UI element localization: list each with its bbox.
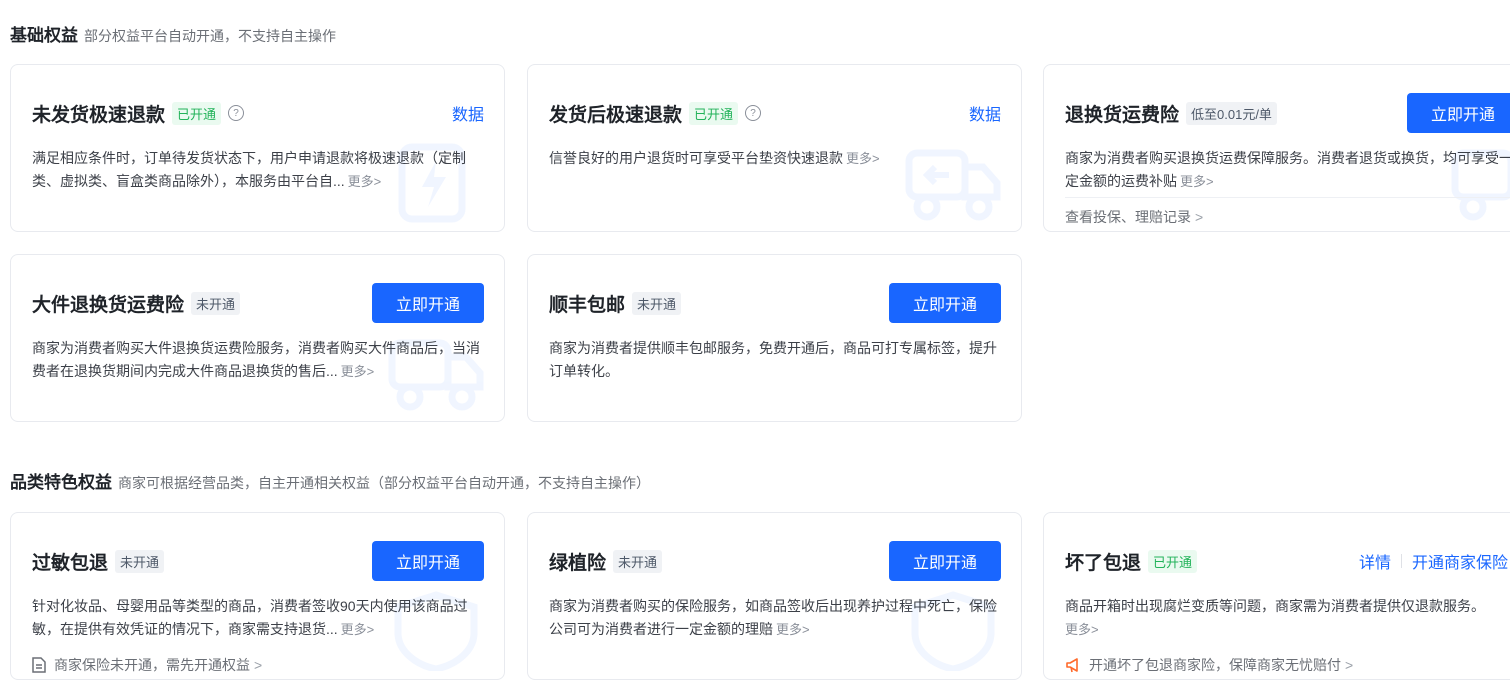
description-text: 商家为消费者提供顺丰包邮服务，免费开通后，商品可打专属标签，提升订单转化。	[549, 340, 997, 379]
card-sf-free-shipping: 顺丰包邮 未开通 立即开通 商家为消费者提供顺丰包邮服务，免费开通后，商品可打专…	[527, 254, 1022, 422]
footer-text: 商家保险未开通，需先开通权益	[54, 657, 250, 673]
card-header: 发货后极速退款 已开通 ? 数据	[549, 97, 1001, 129]
footer-text: 开通坏了包退商家险，保障商家无忧赔付	[1089, 657, 1341, 673]
more-link[interactable]: 更多>	[846, 151, 880, 166]
status-badge: 已开通	[172, 101, 222, 125]
activate-merchant-insurance-link[interactable]: 开通商家保险	[1412, 549, 1508, 573]
card-return-shipping-insurance: 退换货运费险 低至0.01元/单 立即开通 商家为消费者购买退换货运费保障服务。…	[1043, 64, 1510, 232]
chevron-right-icon: >	[1195, 209, 1204, 225]
megaphone-icon	[1066, 658, 1078, 673]
link-divider	[1401, 554, 1403, 568]
section-subtitle: 商家可根据经营品类，自主开通相关权益（部分权益平台自动开通，不支持自主操作）	[118, 475, 650, 491]
status-badge: 未开通	[191, 291, 241, 315]
description-text: 商家为消费者购买大件退换货运费险服务，消费者购买大件商品后，当消费者在退换货期间…	[32, 340, 480, 379]
card-title: 过敏包退	[32, 552, 109, 574]
card-title: 大件退换货运费险	[32, 294, 185, 316]
more-link[interactable]: 更多>	[341, 622, 375, 637]
card-description: 商家为消费者提供顺丰包邮服务，免费开通后，商品可打专属标签，提升订单转化。	[549, 337, 1001, 383]
card-title: 顺丰包邮	[549, 294, 626, 316]
description-text: 针对化妆品、母婴用品等类型的商品，消费者签收90天内使用该商品过敏，在提供有效凭…	[32, 598, 468, 637]
more-link[interactable]: 更多>	[1065, 622, 1099, 637]
card-header: 退换货运费险 低至0.01元/单 立即开通	[1065, 93, 1510, 133]
card-allergy-return: 过敏包退 未开通 立即开通 针对化妆品、母婴用品等类型的商品，消费者签收90天内…	[10, 512, 505, 680]
description-text: 商品开箱时出现腐烂变质等问题，商家需为消费者提供仅退款服务。	[1065, 598, 1485, 614]
card-header: 未发货极速退款 已开通 ? 数据	[32, 97, 484, 129]
chevron-right-icon: >	[1345, 657, 1354, 673]
card-divider	[1065, 197, 1510, 198]
data-link[interactable]: 数据	[452, 101, 484, 125]
card-title: 退换货运费险	[1065, 104, 1180, 126]
card-header: 坏了包退 已开通 详情 开通商家保险	[1065, 545, 1510, 577]
status-badge: 已开通	[1148, 549, 1198, 573]
card-description: 商品开箱时出现腐烂变质等问题，商家需为消费者提供仅退款服务。 更多>	[1065, 595, 1510, 641]
section-basic-title: 基础权益 部分权益平台自动开通，不支持自主操作	[10, 21, 336, 46]
help-icon[interactable]: ?	[745, 105, 762, 121]
description-text: 商家为消费者购买退换货运费保障服务。消费者退货或换货，均可享受一定金额的运费补贴	[1065, 150, 1510, 189]
card-unshipped-fast-refund: 未发货极速退款 已开通 ? 数据 满足相应条件时，订单待发货状态下，用户申请退款…	[10, 64, 505, 232]
card-plant-insurance: 绿植险 未开通 立即开通 商家为消费者购买的保险服务，如商品签收后出现养护过程中…	[527, 512, 1022, 680]
description-text: 信誉良好的用户退货时可享受平台垫资快速退款	[549, 150, 843, 166]
card-shipped-fast-refund: 发货后极速退款 已开通 ? 数据 信誉良好的用户退货时可享受平台垫资快速退款 更多…	[527, 64, 1022, 232]
activate-button[interactable]: 立即开通	[889, 283, 1001, 323]
insurance-notice[interactable]: 商家保险未开通，需先开通权益 >	[32, 655, 262, 675]
document-icon	[32, 657, 46, 673]
status-badge: 未开通	[613, 549, 663, 573]
section-title: 基础权益	[10, 26, 78, 45]
card-header: 过敏包退 未开通 立即开通	[32, 541, 484, 581]
status-badge: 已开通	[689, 101, 739, 125]
card-description: 商家为消费者购买退换货运费保障服务。消费者退货或换货，均可享受一定金额的运费补贴…	[1065, 147, 1510, 193]
card-header: 大件退换货运费险 未开通 立即开通	[32, 283, 484, 323]
price-badge: 低至0.01元/单	[1186, 101, 1277, 125]
section-title: 品类特色权益	[10, 473, 112, 492]
card-description: 商家为消费者购买的保险服务，如商品签收后出现养护过程中死亡，保险公司可为消费者进…	[549, 595, 1001, 641]
activate-button[interactable]: 立即开通	[889, 541, 1001, 581]
card-title: 发货后极速退款	[549, 104, 683, 126]
status-badge: 未开通	[115, 549, 165, 573]
status-badge: 未开通	[632, 291, 682, 315]
data-link[interactable]: 数据	[969, 101, 1001, 125]
card-header: 顺丰包邮 未开通 立即开通	[549, 283, 1001, 323]
chevron-right-icon: >	[254, 657, 263, 673]
card-title: 坏了包退	[1065, 552, 1142, 574]
details-link[interactable]: 详情	[1359, 549, 1391, 573]
more-link[interactable]: 更多>	[341, 364, 375, 379]
card-large-item-return-insurance: 大件退换货运费险 未开通 立即开通 商家为消费者购买大件退换货运费险服务，消费者…	[10, 254, 505, 422]
card-header: 绿植险 未开通 立即开通	[549, 541, 1001, 581]
card-description: 针对化妆品、母婴用品等类型的商品，消费者签收90天内使用该商品过敏，在提供有效凭…	[32, 595, 484, 641]
card-damaged-return: 坏了包退 已开通 详情 开通商家保险 商品开箱时出现腐烂变质等问题，商家需为消费…	[1043, 512, 1510, 680]
card-description: 商家为消费者购买大件退换货运费险服务，消费者购买大件商品后，当消费者在退换货期间…	[32, 337, 484, 383]
activate-button[interactable]: 立即开通	[372, 283, 484, 323]
more-link[interactable]: 更多>	[348, 174, 382, 189]
card-title: 未发货极速退款	[32, 104, 166, 126]
activate-button[interactable]: 立即开通	[1407, 93, 1510, 133]
section-subtitle: 部分权益平台自动开通，不支持自主操作	[84, 28, 336, 44]
records-link[interactable]: 查看投保、理赔记录 >	[1065, 207, 1203, 227]
card-title: 绿植险	[549, 552, 607, 574]
section-category-title: 品类特色权益 商家可根据经营品类，自主开通相关权益（部分权益平台自动开通，不支持…	[10, 468, 650, 493]
description-text: 满足相应条件时，订单待发货状态下，用户申请退款将极速退款（定制类、虚拟类、盲盒类…	[32, 150, 466, 189]
more-link[interactable]: 更多>	[776, 622, 810, 637]
help-icon[interactable]: ?	[228, 105, 245, 121]
merchant-insurance-notice[interactable]: 开通坏了包退商家险，保障商家无忧赔付 >	[1065, 655, 1353, 675]
description-text: 商家为消费者购买的保险服务，如商品签收后出现养护过程中死亡，保险公司可为消费者进…	[549, 598, 997, 637]
card-description: 信誉良好的用户退货时可享受平台垫资快速退款 更多>	[549, 147, 1001, 170]
more-link[interactable]: 更多>	[1180, 174, 1214, 189]
card-description: 满足相应条件时，订单待发货状态下，用户申请退款将极速退款（定制类、虚拟类、盲盒类…	[32, 147, 484, 193]
footer-text: 查看投保、理赔记录	[1065, 209, 1191, 225]
activate-button[interactable]: 立即开通	[372, 541, 484, 581]
